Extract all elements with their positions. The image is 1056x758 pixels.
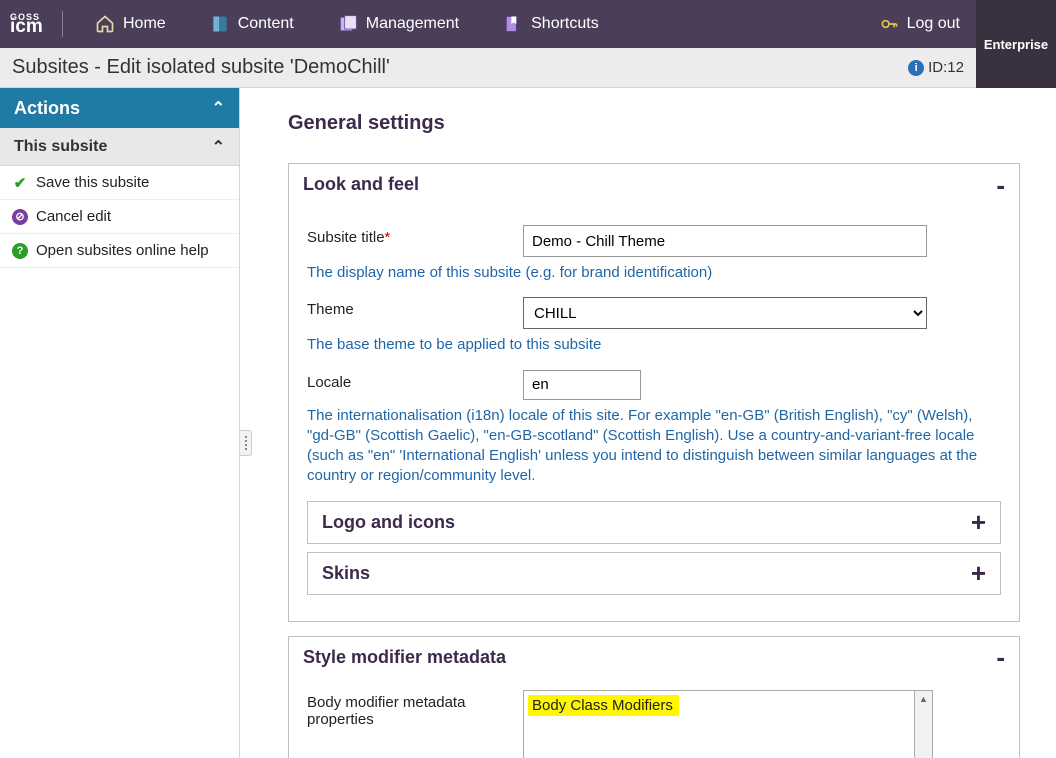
panel-look-and-feel-body: Subsite title* The display name of this … bbox=[289, 205, 1019, 621]
subsite-title-label: Subsite title* bbox=[307, 225, 507, 246]
nav-shortcuts-label: Shortcuts bbox=[531, 15, 599, 33]
sidebar-item-label: Cancel edit bbox=[36, 208, 111, 225]
locale-hint: The internationalisation (i18n) locale o… bbox=[307, 406, 1001, 487]
content-area: General settings Look and feel - Subsite… bbox=[240, 88, 1056, 758]
enterprise-label: Enterprise bbox=[984, 37, 1048, 52]
panel-title: Style modifier metadata bbox=[303, 647, 506, 668]
list-item-selected[interactable]: Body Class Modifiers bbox=[528, 695, 679, 716]
body-modifier-listbox-wrap: Body Class Modifiers ▲ ▼ bbox=[523, 690, 1001, 758]
expand-icon: + bbox=[971, 513, 986, 531]
scroll-down-icon[interactable]: ▼ bbox=[915, 753, 932, 758]
panel-title: Logo and icons bbox=[322, 512, 455, 533]
theme-hint: The base theme to be applied to this sub… bbox=[307, 335, 1001, 355]
sidebar-item-save[interactable]: ✔ Save this subsite bbox=[0, 166, 239, 200]
panel-style-modifier-body: Body modifier metadata properties Body C… bbox=[289, 678, 1019, 758]
locale-input[interactable] bbox=[523, 370, 641, 400]
nav-logout-label: Log out bbox=[907, 15, 960, 33]
row-locale: Locale bbox=[307, 370, 1001, 400]
chevron-up-icon: ⌃ bbox=[212, 137, 225, 157]
sidebar-subheader-label: This subsite bbox=[14, 138, 107, 156]
body-modifier-listbox[interactable]: Body Class Modifiers bbox=[523, 690, 915, 758]
panel-logo-icons: Logo and icons + bbox=[307, 501, 1001, 544]
row-theme: Theme CHILL bbox=[307, 297, 1001, 329]
collapse-icon: - bbox=[996, 648, 1005, 666]
nav-home[interactable]: Home bbox=[73, 0, 188, 48]
sidebar: Actions ⌃ This subsite ⌃ ✔ Save this sub… bbox=[0, 88, 240, 758]
collapse-icon: - bbox=[996, 176, 1005, 194]
sidebar-item-label: Save this subsite bbox=[36, 174, 149, 191]
page-id: i ID:12 bbox=[908, 59, 964, 76]
expand-icon: + bbox=[971, 564, 986, 582]
main-layout: Actions ⌃ This subsite ⌃ ✔ Save this sub… bbox=[0, 88, 1056, 758]
panel-style-modifier-header[interactable]: Style modifier metadata - bbox=[289, 637, 1019, 678]
panel-skins: Skins + bbox=[307, 552, 1001, 595]
sidebar-actions-header[interactable]: Actions ⌃ bbox=[0, 88, 239, 128]
top-nav: GOSS icm Home Content Management Shortcu… bbox=[0, 0, 1056, 48]
nav-management-label: Management bbox=[366, 15, 459, 33]
body-modifier-label: Body modifier metadata properties bbox=[307, 690, 507, 728]
row-subsite-title: Subsite title* bbox=[307, 225, 1001, 257]
listbox-scrollbar[interactable]: ▲ ▼ bbox=[915, 690, 933, 758]
theme-select[interactable]: CHILL bbox=[523, 297, 927, 329]
enterprise-badge: Enterprise bbox=[976, 0, 1056, 88]
panel-look-and-feel-header[interactable]: Look and feel - bbox=[289, 164, 1019, 205]
page-id-label: ID:12 bbox=[928, 59, 964, 76]
brand-line2: icm bbox=[10, 19, 56, 34]
cancel-icon: ⊘ bbox=[12, 209, 28, 225]
scroll-up-icon[interactable]: ▲ bbox=[915, 691, 932, 707]
key-icon bbox=[879, 14, 899, 34]
sidebar-actions-title: Actions bbox=[14, 98, 80, 119]
panel-title: Look and feel bbox=[303, 174, 419, 195]
chevron-up-icon: ⌃ bbox=[212, 98, 225, 118]
theme-label: Theme bbox=[307, 297, 507, 318]
panel-logo-icons-header[interactable]: Logo and icons + bbox=[308, 502, 1000, 543]
panel-title: Skins bbox=[322, 563, 370, 584]
label-text: Subsite title bbox=[307, 229, 385, 246]
page-title: Subsites - Edit isolated subsite 'DemoCh… bbox=[12, 56, 390, 79]
management-icon bbox=[338, 14, 358, 34]
nav-shortcuts[interactable]: Shortcuts bbox=[481, 0, 621, 48]
shortcuts-icon bbox=[503, 14, 523, 34]
panel-look-and-feel: Look and feel - Subsite title* The displ… bbox=[288, 163, 1020, 622]
info-icon: i bbox=[908, 60, 924, 76]
sidebar-item-help[interactable]: ? Open subsites online help bbox=[0, 234, 239, 268]
general-settings-title: General settings bbox=[288, 112, 1020, 135]
book-icon bbox=[210, 14, 230, 34]
help-icon: ? bbox=[12, 243, 28, 259]
page-header: Subsites - Edit isolated subsite 'DemoCh… bbox=[0, 48, 976, 88]
subsite-title-input[interactable] bbox=[523, 225, 927, 257]
locale-label: Locale bbox=[307, 370, 507, 391]
nav-content-label: Content bbox=[238, 15, 294, 33]
nav-home-label: Home bbox=[123, 15, 166, 33]
nav-management[interactable]: Management bbox=[316, 0, 481, 48]
home-icon bbox=[95, 14, 115, 34]
nav-separator bbox=[62, 11, 63, 37]
sidebar-subheader[interactable]: This subsite ⌃ bbox=[0, 128, 239, 166]
sidebar-item-label: Open subsites online help bbox=[36, 242, 209, 259]
panel-style-modifier: Style modifier metadata - Body modifier … bbox=[288, 636, 1020, 758]
check-icon: ✔ bbox=[12, 175, 28, 191]
required-marker: * bbox=[385, 229, 391, 246]
sidebar-item-cancel[interactable]: ⊘ Cancel edit bbox=[0, 200, 239, 234]
panel-skins-header[interactable]: Skins + bbox=[308, 553, 1000, 594]
nav-content[interactable]: Content bbox=[188, 0, 316, 48]
row-body-modifier: Body modifier metadata properties Body C… bbox=[307, 690, 1001, 758]
subsite-title-hint: The display name of this subsite (e.g. f… bbox=[307, 263, 1001, 283]
brand-logo: GOSS icm bbox=[0, 14, 56, 34]
